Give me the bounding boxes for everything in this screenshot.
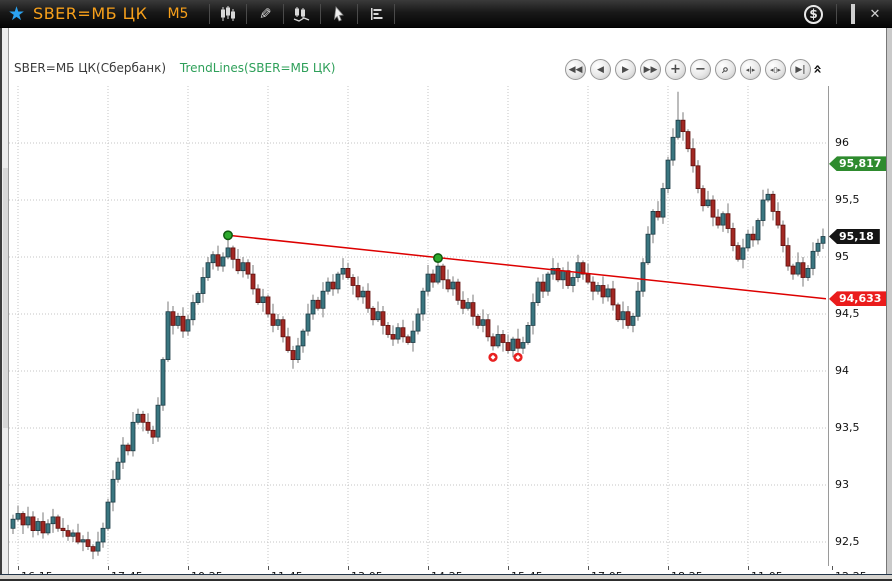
time-tick — [18, 566, 19, 570]
separator — [394, 4, 395, 24]
scroll-right-button[interactable]: ▶ — [615, 59, 636, 80]
time-tick — [188, 566, 189, 570]
window-title: SBER=МБ ЦК — [33, 4, 147, 23]
price-axis[interactable]: 96 95,5 95 94,5 94 93,5 93 92,5 95,817 95,18 94,63… — [828, 86, 886, 566]
price-tick-label: 93,5 — [835, 421, 860, 434]
toolbar: ✎ — [204, 3, 400, 25]
chart-legend: SBER=МБ ЦК(Сбербанк) TrendLines(SBER=МБ … — [14, 61, 335, 75]
scrollbar-thumb[interactable] — [3, 168, 8, 428]
favorite-star-icon[interactable]: ★ — [8, 0, 25, 28]
scroll-fast-right-button[interactable]: ▶▶ — [640, 59, 661, 80]
cursor-icon[interactable] — [326, 3, 352, 25]
indicator-high-price-tag: 95,817 — [829, 156, 887, 171]
separator — [246, 4, 247, 24]
restore-icon — [851, 4, 855, 24]
separator — [357, 4, 358, 24]
instrument-label[interactable]: SBER=МБ ЦК(Сбербанк) — [14, 61, 166, 75]
timeframe-label[interactable]: M5 — [167, 6, 188, 22]
time-tick — [832, 566, 833, 570]
scroll-fast-left-button[interactable]: ◀◀ — [565, 59, 586, 80]
candlestick-chart-icon[interactable] — [215, 3, 241, 25]
separator — [209, 4, 210, 24]
price-tick-label: 96 — [835, 136, 849, 149]
compress-scale-button[interactable]: ◂|▸ — [740, 59, 761, 80]
left-scrollbar[interactable] — [0, 28, 9, 574]
price-tick-label: 94 — [835, 364, 849, 377]
trendline-price-tag: 94,633 — [829, 291, 887, 306]
chart-nav-toolbar: ◀◀◀▶▶▶+−⌕◂|▸◂▯▸▶| — [565, 59, 811, 80]
time-tick — [348, 566, 349, 570]
last-price-tag: 95,18 — [829, 229, 880, 244]
price-tick-label: 95 — [835, 250, 849, 263]
chart-type-icon[interactable] — [289, 3, 315, 25]
time-tick — [508, 566, 509, 570]
title-bar: ★ SBER=МБ ЦК M5 ✎ — [0, 0, 892, 28]
separator — [283, 4, 284, 24]
dollar-icon[interactable]: $ — [804, 5, 823, 24]
time-tick — [588, 566, 589, 570]
plot-svg — [9, 86, 826, 566]
scroll-left-button[interactable]: ◀ — [590, 59, 611, 80]
price-tick-label: 95,5 — [835, 193, 860, 206]
price-tick-label: 94,5 — [835, 307, 860, 320]
time-tick — [748, 566, 749, 570]
time-tick — [428, 566, 429, 570]
window-right-edge — [886, 28, 892, 574]
indicator-label[interactable]: TrendLines(SBER=МБ ЦК) — [180, 61, 336, 75]
separator — [320, 4, 321, 24]
separator — [836, 4, 837, 24]
zoom-out-button[interactable]: − — [690, 59, 711, 80]
zoom-region-button[interactable]: ⌕ — [715, 59, 736, 80]
time-tick — [668, 566, 669, 570]
chart-window: ★ SBER=МБ ЦК M5 ✎ — [0, 0, 892, 581]
pencil-icon[interactable]: ✎ — [252, 3, 278, 25]
window-controls: $ ✕ — [804, 0, 886, 28]
close-button[interactable]: ✕ — [864, 7, 886, 22]
time-tick — [268, 566, 269, 570]
window-bottom-edge — [0, 574, 892, 581]
price-tick-label: 92,5 — [835, 535, 860, 548]
candlestick-plot[interactable] — [9, 86, 826, 566]
chart-area: SBER=МБ ЦК(Сбербанк) TrendLines(SBER=МБ … — [0, 28, 892, 574]
collapse-panel-icon[interactable]: » — [809, 64, 825, 74]
time-tick — [108, 566, 109, 570]
zoom-in-button[interactable]: + — [665, 59, 686, 80]
expand-scale-button[interactable]: ◂▯▸ — [765, 59, 786, 80]
restore-button[interactable] — [842, 7, 864, 22]
price-tick-label: 93 — [835, 478, 849, 491]
indicator-levels-icon[interactable] — [363, 3, 389, 25]
